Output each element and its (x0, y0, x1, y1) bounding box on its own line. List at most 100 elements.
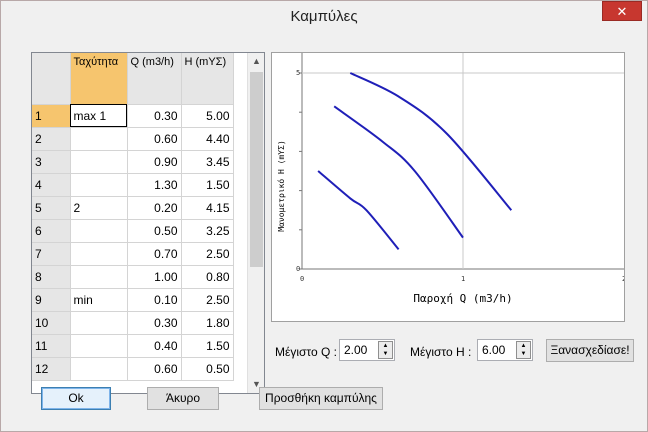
max-h-spin-buttons[interactable]: ▲ ▼ (516, 341, 531, 359)
q-cell[interactable]: 0.30 (127, 311, 182, 335)
y-axis-label: Μανομετρικό H (mΥΣ) (277, 140, 286, 232)
h-cell[interactable]: 0.50 (181, 357, 234, 381)
table-row[interactable]: 9 min 0.10 2.50 (32, 288, 234, 312)
q-cell[interactable]: 0.60 (127, 127, 182, 151)
q-cell[interactable]: 0.90 (127, 150, 182, 174)
speed-cell[interactable] (70, 242, 128, 266)
cancel-button[interactable]: Άκυρο (147, 387, 219, 410)
row-header[interactable]: 9 (32, 288, 71, 312)
x-axis-label: Παροχή Q (m3/h) (413, 292, 512, 305)
curves-dialog: Καμπύλες ✕ Ταχύτητα Q (m3/h) H (mΥΣ) 1 ma… (0, 0, 648, 432)
grid-vertical-scrollbar[interactable]: ▲ ▼ (247, 53, 264, 393)
h-cell[interactable]: 3.45 (181, 150, 234, 174)
speed-cell[interactable] (70, 357, 128, 381)
speed-cell[interactable]: 2 (70, 196, 128, 220)
chart-svg: 0 1 2 0 5 Παροχή Q (m3/h) Μανομετρικό H (mΥΣ) (277, 53, 624, 305)
max-h-spinner[interactable]: 6.00 ▲ ▼ (477, 339, 533, 361)
corner-header (32, 53, 71, 105)
table-row[interactable]: 3 0.90 3.45 (32, 150, 234, 174)
speed-cell[interactable] (70, 150, 128, 174)
row-header[interactable]: 4 (32, 173, 71, 197)
pump-curve-3 (317, 170, 400, 251)
row-header[interactable]: 1 (32, 104, 71, 128)
h-cell[interactable]: 5.00 (181, 104, 234, 128)
max-h-label: Μέγιστο Η : (410, 345, 472, 359)
scroll-thumb[interactable] (250, 72, 263, 267)
row-header[interactable]: 6 (32, 219, 71, 243)
h-cell[interactable]: 4.40 (181, 127, 234, 151)
h-cell[interactable]: 1.50 (181, 334, 234, 358)
q-cell[interactable]: 0.40 (127, 334, 182, 358)
speed-cell[interactable] (70, 311, 128, 335)
column-header-speed[interactable]: Ταχύτητα (70, 53, 128, 105)
close-button[interactable]: ✕ (602, 1, 642, 21)
table-row[interactable]: 5 2 0.20 4.15 (32, 196, 234, 220)
grid-table: Ταχύτητα Q (m3/h) H (mΥΣ) 1 max 1 0.30 5.00… (32, 53, 234, 381)
row-header[interactable]: 12 (32, 357, 71, 381)
pump-curve-1 (349, 72, 513, 211)
q-cell[interactable]: 0.10 (127, 288, 182, 312)
h-cell[interactable]: 0.80 (181, 265, 234, 289)
speed-cell[interactable]: min (70, 288, 128, 312)
spin-down-icon[interactable]: ▼ (517, 350, 530, 358)
max-h-value[interactable]: 6.00 (482, 343, 505, 357)
table-row[interactable]: 4 1.30 1.50 (32, 173, 234, 197)
spin-down-icon[interactable]: ▼ (379, 350, 392, 358)
redraw-button[interactable]: Ξανασχεδίασε! (546, 339, 634, 362)
scroll-up-icon[interactable]: ▲ (248, 53, 264, 70)
max-q-spin-buttons[interactable]: ▲ ▼ (378, 341, 393, 359)
row-header[interactable]: 5 (32, 196, 71, 220)
max-q-value[interactable]: 2.00 (344, 343, 367, 357)
row-header[interactable]: 7 (32, 242, 71, 266)
q-cell[interactable]: 0.50 (127, 219, 182, 243)
curve-points-grid[interactable]: Ταχύτητα Q (m3/h) H (mΥΣ) 1 max 1 0.30 5.00… (31, 52, 265, 394)
row-header[interactable]: 11 (32, 334, 71, 358)
y-tick-label: 5 (296, 69, 300, 77)
column-header-q[interactable]: Q (m3/h) (127, 53, 182, 105)
table-row[interactable]: 7 0.70 2.50 (32, 242, 234, 266)
x-tick-label: 2 (622, 275, 624, 283)
max-q-spinner[interactable]: 2.00 ▲ ▼ (339, 339, 395, 361)
q-cell[interactable]: 0.60 (127, 357, 182, 381)
dialog-body: Ταχύτητα Q (m3/h) H (mΥΣ) 1 max 1 0.30 5.00… (9, 32, 639, 425)
spin-up-icon[interactable]: ▲ (517, 342, 530, 350)
y-tick-label: 0 (296, 265, 300, 273)
row-header[interactable]: 3 (32, 150, 71, 174)
speed-cell[interactable] (70, 219, 128, 243)
speed-cell[interactable]: max 1 (70, 104, 128, 128)
spin-up-icon[interactable]: ▲ (379, 342, 392, 350)
h-cell[interactable]: 3.25 (181, 219, 234, 243)
h-cell[interactable]: 2.50 (181, 288, 234, 312)
window-title: Καμπύλες (290, 8, 358, 25)
q-cell[interactable]: 1.30 (127, 173, 182, 197)
table-row[interactable]: 12 0.60 0.50 (32, 357, 234, 381)
row-header[interactable]: 10 (32, 311, 71, 335)
column-header-h[interactable]: H (mΥΣ) (181, 53, 234, 105)
row-header[interactable]: 2 (32, 127, 71, 151)
x-tick-label: 1 (461, 275, 465, 283)
q-cell[interactable]: 0.20 (127, 196, 182, 220)
q-cell[interactable]: 0.70 (127, 242, 182, 266)
h-cell[interactable]: 1.50 (181, 173, 234, 197)
h-cell[interactable]: 2.50 (181, 242, 234, 266)
ok-button[interactable]: Ok (41, 387, 111, 410)
x-tick-label: 0 (300, 275, 304, 283)
table-row[interactable]: 1 max 1 0.30 5.00 (32, 104, 234, 128)
table-row[interactable]: 10 0.30 1.80 (32, 311, 234, 335)
add-curve-button[interactable]: Προσθήκη καμπύλης (259, 387, 383, 410)
q-cell[interactable]: 1.00 (127, 265, 182, 289)
q-cell[interactable]: 0.30 (127, 104, 182, 128)
pump-curve-chart: 0 1 2 0 5 Παροχή Q (m3/h) Μανομετρικό H (mΥΣ) (271, 52, 625, 322)
table-row[interactable]: 8 1.00 0.80 (32, 265, 234, 289)
speed-cell[interactable] (70, 334, 128, 358)
table-row[interactable]: 2 0.60 4.40 (32, 127, 234, 151)
speed-cell[interactable] (70, 173, 128, 197)
table-row[interactable]: 11 0.40 1.50 (32, 334, 234, 358)
row-header[interactable]: 8 (32, 265, 71, 289)
h-cell[interactable]: 4.15 (181, 196, 234, 220)
max-q-label: Μέγιστο Q : (275, 345, 337, 359)
speed-cell[interactable] (70, 127, 128, 151)
speed-cell[interactable] (70, 265, 128, 289)
table-row[interactable]: 6 0.50 3.25 (32, 219, 234, 243)
h-cell[interactable]: 1.80 (181, 311, 234, 335)
